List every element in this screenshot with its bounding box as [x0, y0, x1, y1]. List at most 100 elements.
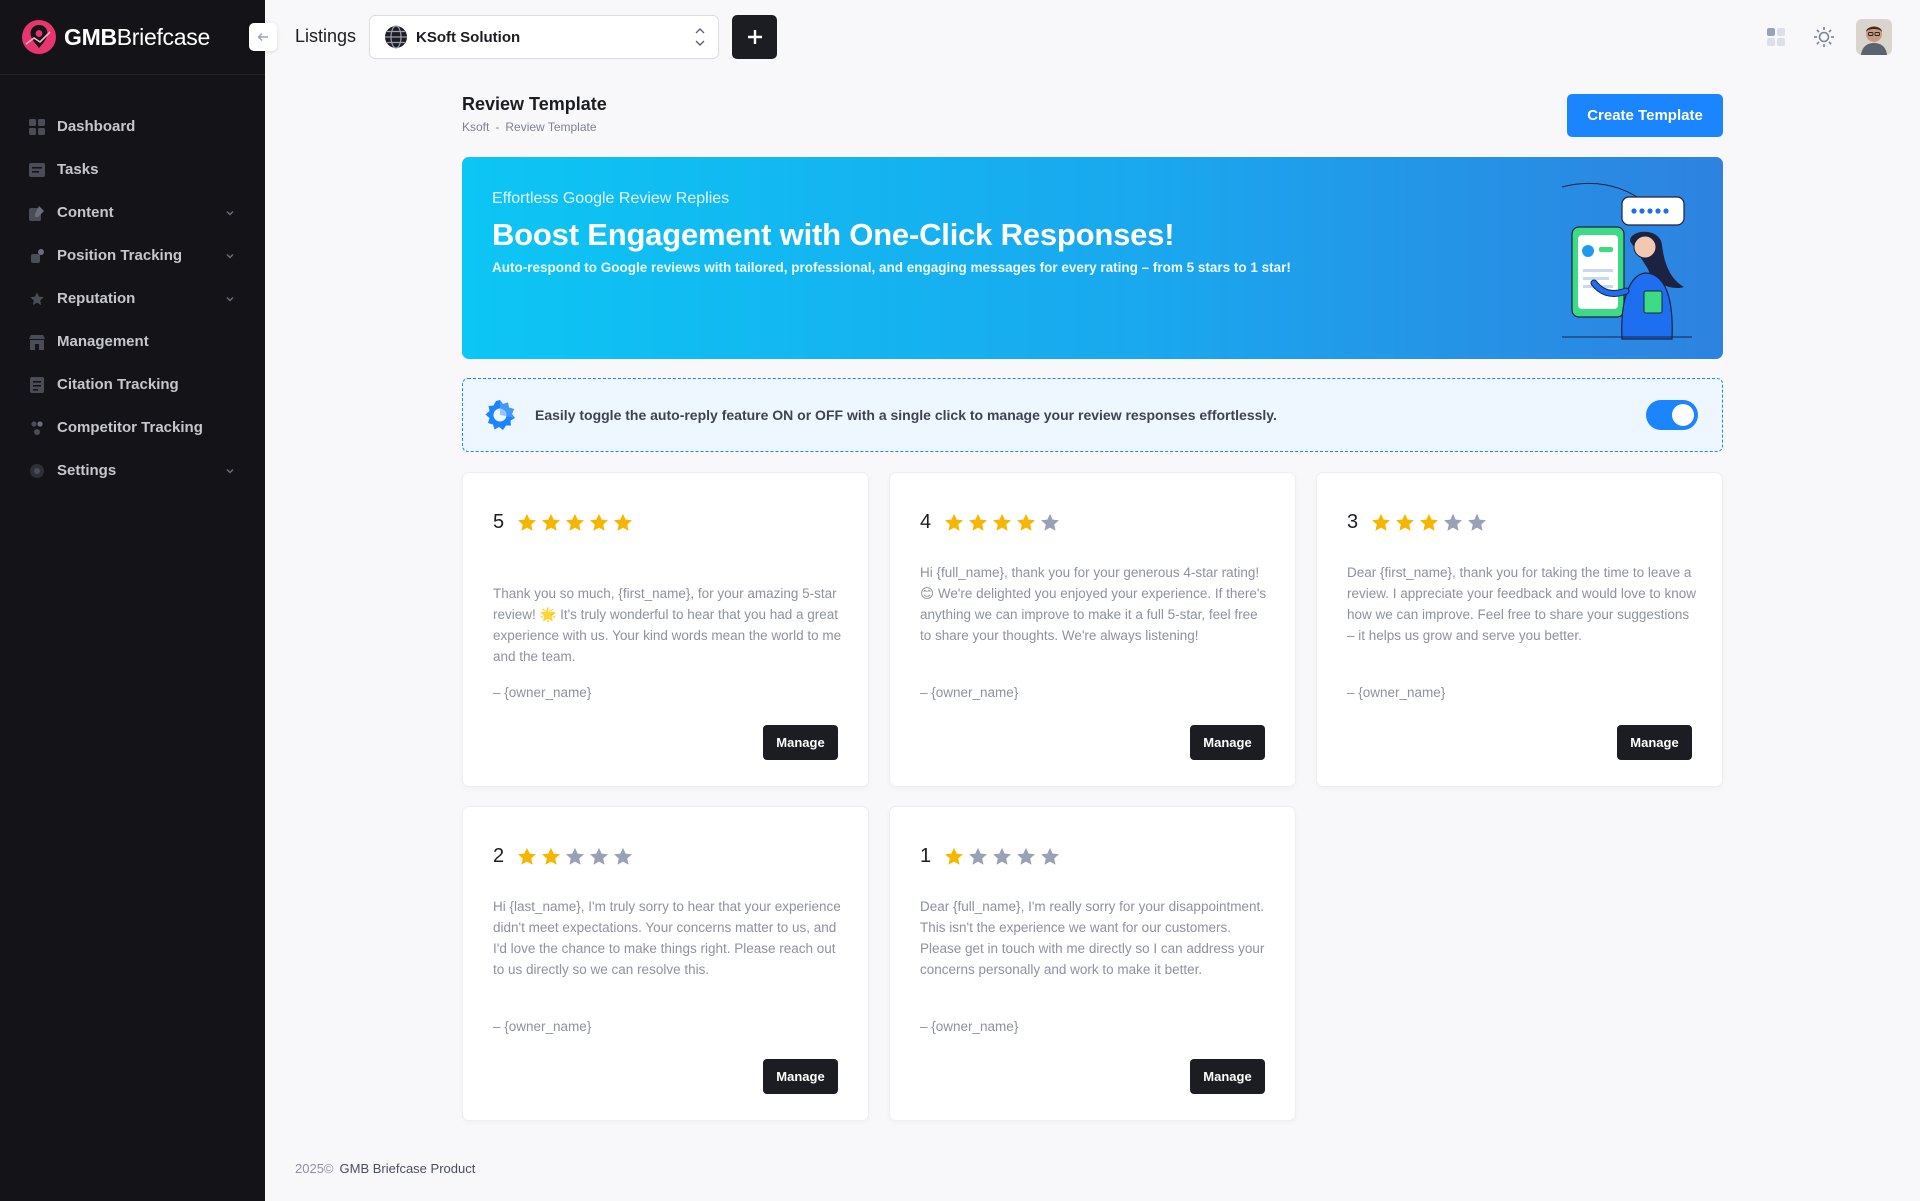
brand-name-bold: GMB	[64, 23, 117, 50]
template-message: Thank you so much, {first_name}, for you…	[493, 586, 842, 664]
sidebar-item-label: Citation Tracking	[57, 376, 179, 393]
sidebar-item-reputation[interactable]: Reputation	[0, 277, 265, 320]
rating-row: 1	[920, 845, 1063, 868]
sidebar-item-position-tracking[interactable]: Position Tracking	[0, 234, 265, 277]
gear-icon	[485, 400, 515, 430]
rating-number: 3	[1347, 511, 1359, 533]
globe-icon	[385, 25, 407, 49]
rating-number: 1	[920, 845, 932, 867]
create-template-button[interactable]: Create Template	[1567, 94, 1723, 137]
promo-banner: Effortless Google Review Replies Boost E…	[462, 157, 1723, 359]
sidebar-item-label: Position Tracking	[57, 247, 183, 264]
footer-text[interactable]: GMB Briefcase Product	[340, 1161, 476, 1176]
add-listing-button[interactable]	[732, 15, 777, 59]
chevron-down-icon	[226, 468, 234, 473]
citation-icon	[28, 376, 46, 394]
auto-reply-toggle[interactable]	[1646, 400, 1698, 430]
position-tracking-icon	[28, 247, 46, 265]
template-card-1-star: 1 Dear {full_name}, I'm really sorry for …	[889, 806, 1296, 1121]
rating-number: 4	[920, 511, 932, 533]
star-filled-icon	[1372, 513, 1391, 531]
sidebar-item-label: Dashboard	[57, 118, 136, 135]
sidebar-item-label: Settings	[57, 462, 117, 479]
rating-number: 2	[493, 845, 505, 867]
sidebar-item-settings[interactable]: Settings	[0, 449, 265, 492]
sidebar-item-competitor-tracking[interactable]: Competitor Tracking	[0, 406, 265, 449]
sidebar-collapse-button[interactable]	[249, 23, 277, 51]
rating-row: 4	[920, 511, 1063, 534]
apps-icon[interactable]	[1763, 24, 1789, 50]
store-icon	[28, 333, 46, 351]
breadcrumb-separator: -	[495, 120, 500, 134]
template-signature: – {owner_name}	[493, 685, 592, 700]
star-filled-icon	[1017, 513, 1036, 531]
auto-reply-bar: Easily toggle the auto-reply feature ON …	[462, 378, 1723, 452]
star-filled-icon	[542, 513, 561, 531]
sidebar-nav: Dashboard Tasks Content Position Trackin…	[0, 75, 265, 492]
star-empty-icon	[1041, 513, 1060, 531]
auto-reply-description: Easily toggle the auto-reply feature ON …	[535, 407, 1277, 423]
rating-row: 2	[493, 845, 636, 868]
sidebar-item-label: Competitor Tracking	[57, 419, 203, 436]
dashboard-icon	[28, 118, 46, 136]
star-icon	[28, 290, 46, 308]
page-title: Review Template	[462, 94, 607, 114]
template-message: Dear {first_name}, thank you for taking …	[1347, 565, 1696, 643]
arrow-left-icon	[257, 33, 268, 41]
footer: 2025© GMB Briefcase Product	[295, 1161, 475, 1176]
sidebar-item-citation-tracking[interactable]: Citation Tracking	[0, 363, 265, 406]
star-filled-icon	[590, 513, 609, 531]
user-avatar[interactable]	[1856, 19, 1892, 55]
manage-button[interactable]: Manage	[1190, 1059, 1265, 1094]
star-filled-icon	[1420, 513, 1439, 531]
star-empty-icon	[590, 847, 609, 865]
star-filled-icon	[1396, 513, 1415, 531]
tasks-icon	[28, 161, 46, 179]
star-filled-icon	[945, 513, 964, 531]
rating-row: 5	[493, 511, 636, 534]
star-empty-icon	[993, 847, 1012, 865]
breadcrumb-item-home[interactable]: Ksoft	[462, 120, 489, 134]
select-updown-icon	[695, 28, 705, 46]
manage-button[interactable]: Manage	[1617, 725, 1692, 760]
theme-sun-icon[interactable]	[1811, 24, 1837, 50]
sidebar-item-tasks[interactable]: Tasks	[0, 148, 265, 191]
manage-button[interactable]: Manage	[763, 725, 838, 760]
sidebar-item-label: Reputation	[57, 290, 136, 307]
chevron-down-icon	[226, 296, 234, 301]
star-empty-icon	[969, 847, 988, 865]
listing-select[interactable]: KSoft Solution	[369, 15, 719, 59]
manage-button[interactable]: Manage	[1190, 725, 1265, 760]
brand-name-regular: Briefcase	[116, 23, 210, 50]
star-filled-icon	[542, 847, 561, 865]
listings-label: Listings	[295, 26, 357, 46]
sidebar-item-content[interactable]: Content	[0, 191, 265, 234]
template-message: Dear {full_name}, I'm really sorry for y…	[920, 899, 1265, 977]
brand-logo-icon	[22, 20, 56, 54]
template-signature: – {owner_name}	[493, 1019, 592, 1034]
plus-icon	[747, 30, 762, 44]
star-empty-icon	[1017, 847, 1036, 865]
template-card-3-star: 3 Dear {first_name}, thank you for taking…	[1316, 472, 1723, 787]
star-filled-icon	[993, 513, 1012, 531]
star-filled-icon	[566, 513, 585, 531]
star-empty-icon	[1468, 513, 1487, 531]
sidebar-item-dashboard[interactable]: Dashboard	[0, 105, 265, 148]
chevron-down-icon	[226, 253, 234, 258]
star-empty-icon	[1041, 847, 1060, 865]
breadcrumb-item-current: Review Template	[505, 120, 597, 134]
sidebar-item-label: Tasks	[57, 161, 99, 178]
star-filled-icon	[518, 513, 537, 531]
competitor-icon	[28, 419, 46, 437]
manage-button[interactable]: Manage	[763, 1059, 838, 1094]
template-signature: – {owner_name}	[920, 1019, 1019, 1034]
sidebar-item-management[interactable]: Management	[0, 320, 265, 363]
star-filled-icon	[518, 847, 537, 865]
template-card-4-star: 4 Hi {full_name}, thank you for your gene…	[889, 472, 1296, 787]
template-message: Hi {full_name}, thank you for your gener…	[920, 565, 1267, 643]
footer-year: 2025©	[295, 1161, 334, 1176]
toggle-knob	[1672, 404, 1694, 426]
brand[interactable]: GMBBriefcase	[0, 0, 265, 75]
star-filled-icon	[614, 513, 633, 531]
sidebar-item-label: Management	[57, 333, 149, 350]
